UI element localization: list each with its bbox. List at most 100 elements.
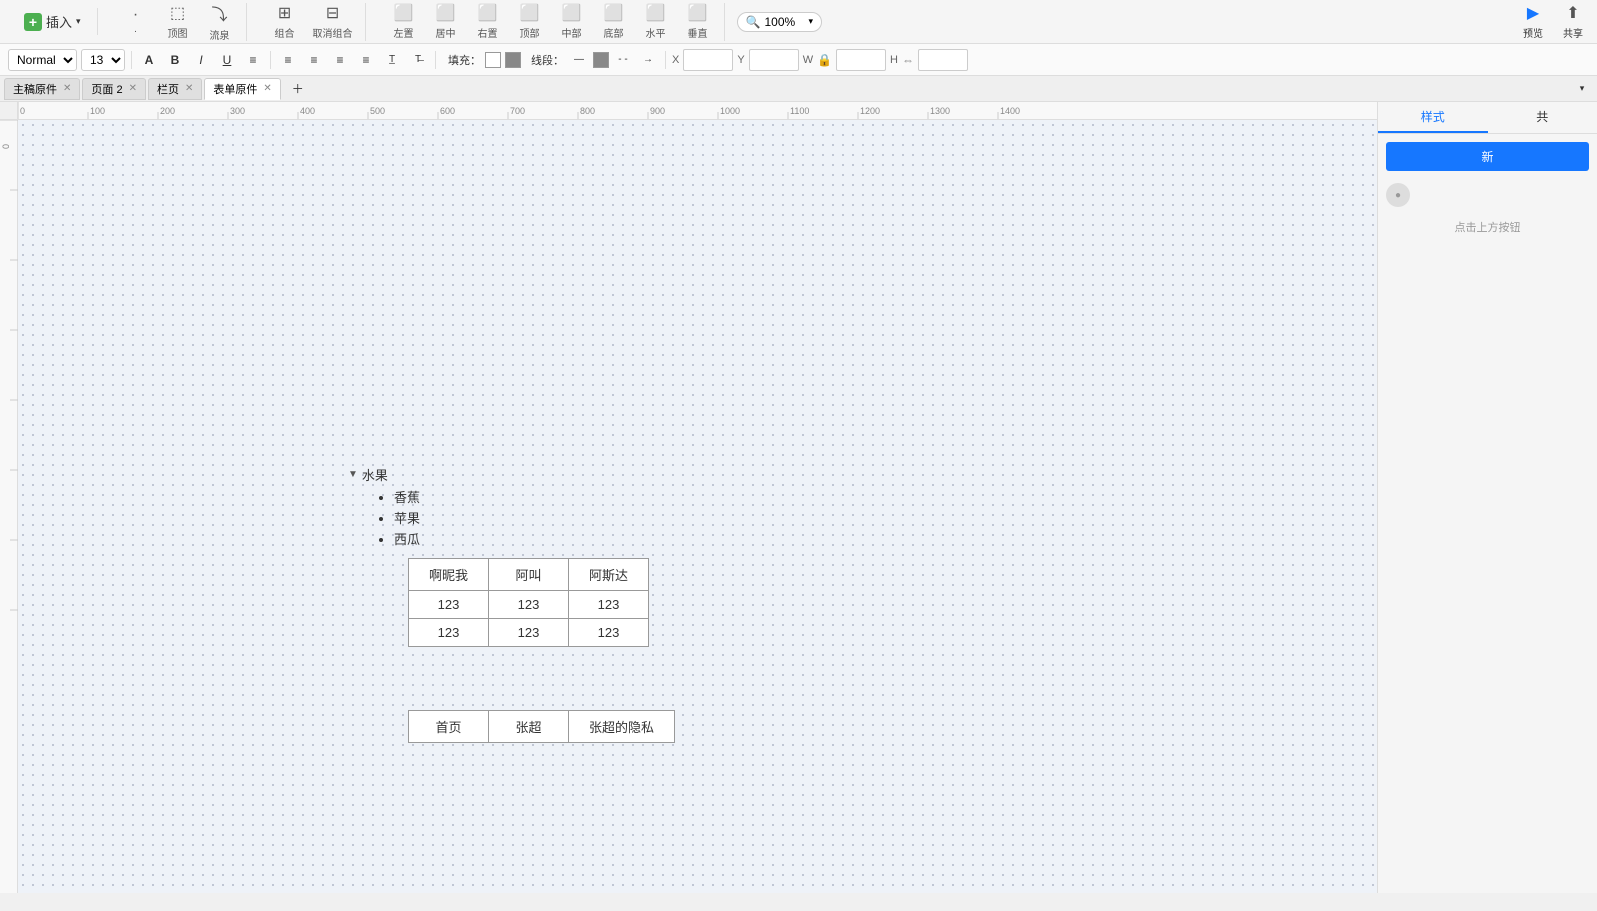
- svg-text:1300: 1300: [930, 106, 950, 116]
- data-table-element[interactable]: 啊昵我 阿叫 阿斯达 123 123 123 123 1: [408, 558, 649, 647]
- canvas-area[interactable]: ▼ 水果 香蕉 苹果 西瓜 啊昵我: [18, 120, 1377, 893]
- distribute-v-btn[interactable]: ⬜ 垂直: [680, 3, 716, 41]
- tab-form[interactable]: 表单原件 ✕: [204, 78, 280, 100]
- svg-text:100: 100: [90, 106, 105, 116]
- table-cell-0-1: 123: [489, 591, 569, 619]
- style-select[interactable]: Normal: [8, 49, 77, 71]
- nav-cell-zhangchao[interactable]: 张超: [489, 711, 569, 743]
- list-element[interactable]: ▼ 水果 香蕉 苹果 西瓜: [348, 465, 420, 550]
- text-decoration-btn[interactable]: T̲: [381, 49, 403, 71]
- svg-text:0: 0: [1, 144, 11, 149]
- svg-text:1200: 1200: [860, 106, 880, 116]
- w-label: W: [803, 54, 813, 66]
- zoom-search-bar: 🔍 ▾: [737, 12, 822, 32]
- fmt-divider-3: [435, 51, 436, 69]
- align-left-btn[interactable]: ⬜ 左置: [386, 3, 422, 41]
- tabs-bar: 主稿原件 ✕ 页面 2 ✕ 栏页 ✕ 表单原件 ✕ ＋ ▾: [0, 76, 1597, 102]
- table-header-row: 啊昵我 阿叫 阿斯达: [409, 559, 649, 591]
- add-tab-btn[interactable]: ＋: [287, 78, 309, 100]
- cancel-combine-btn[interactable]: ⊟ 取消组合: [309, 3, 357, 41]
- nav-cell-privacy[interactable]: 张超的隐私: [569, 711, 675, 743]
- preview-icon: ▶: [1527, 3, 1539, 23]
- dot-tool-btn[interactable]: · ·: [118, 3, 154, 41]
- share-label: 共享: [1563, 25, 1583, 40]
- distribute-h-btn[interactable]: ⬜ 水平: [638, 3, 674, 41]
- h-input[interactable]: [918, 49, 968, 71]
- font-color-btn[interactable]: A: [138, 49, 160, 71]
- align-bottom-btn[interactable]: ⬜ 底部: [596, 3, 632, 41]
- fill-color-box2[interactable]: [505, 52, 521, 68]
- x-input[interactable]: [683, 49, 733, 71]
- table-cell-0-2: 123: [569, 591, 649, 619]
- stroke-label: 线段：: [531, 52, 564, 68]
- preview-button[interactable]: ▶ 预览: [1517, 1, 1549, 42]
- nav-table-element[interactable]: 首页 张超 张超的隐私: [408, 710, 675, 743]
- zoom-input[interactable]: [765, 15, 805, 29]
- zoom-dropdown-icon: ▾: [809, 16, 814, 27]
- align-justify-fmt-btn[interactable]: ≡: [355, 49, 377, 71]
- align-top-label: 顶部: [520, 25, 540, 40]
- flow-btn[interactable]: ⤵ 流泉: [202, 3, 238, 41]
- bold-btn[interactable]: B: [164, 49, 186, 71]
- stroke-width-btn[interactable]: —: [568, 49, 590, 71]
- tab-column-close[interactable]: ✕: [185, 83, 193, 94]
- flow-label: 流泉: [210, 27, 230, 42]
- align-right-fmt-btn[interactable]: ≡: [329, 49, 351, 71]
- svg-text:900: 900: [650, 106, 665, 116]
- stroke-end-btn[interactable]: →: [637, 49, 659, 71]
- tabs-dropdown-btn[interactable]: ▾: [1571, 78, 1593, 100]
- share-icon: ⬆: [1566, 3, 1579, 23]
- italic-btn[interactable]: I: [190, 49, 212, 71]
- canvas-row: 0 ▼ 水果: [0, 120, 1377, 893]
- tab-master[interactable]: 主稿原件 ✕: [4, 78, 80, 100]
- stroke-style-btn[interactable]: - -: [612, 49, 634, 71]
- align-center-fmt-btn[interactable]: ≡: [303, 49, 325, 71]
- y-label: Y: [737, 54, 744, 66]
- align-left-fmt-btn[interactable]: ≡: [277, 49, 299, 71]
- align-bottom-icon: ⬜: [604, 3, 624, 23]
- align-right-label: 右置: [478, 25, 498, 40]
- right-panel: 样式 共 新 ● 点击上方按钮: [1377, 102, 1597, 893]
- share-button[interactable]: ⬆ 共享: [1557, 1, 1589, 42]
- stroke-color-box[interactable]: [593, 52, 609, 68]
- underline-btn[interactable]: U: [216, 49, 238, 71]
- insert-button[interactable]: + 插入 ▾: [16, 8, 89, 35]
- font-size-select[interactable]: 13: [81, 49, 125, 71]
- combine-icon: ⊞: [278, 3, 291, 23]
- toolbar-top: + 插入 ▾ · · ⬚ 顶图 ⤵ 流泉 ⊞ 组合 ⊟ 取消组合 ⬜: [0, 0, 1597, 44]
- right-tab-style[interactable]: 样式: [1378, 102, 1488, 133]
- strikethrough-btn[interactable]: T̶: [407, 49, 429, 71]
- align-middle-v-label: 中部: [562, 25, 582, 40]
- svg-text:0: 0: [20, 106, 25, 116]
- page-icon: ⬚: [170, 3, 185, 23]
- fill-color-box[interactable]: [485, 52, 501, 68]
- list-header: ▼ 水果: [348, 465, 420, 484]
- toolbar-format: Normal 13 A B I U ≡ ≡ ≡ ≡ ≡ T̲ T̶ 填充： 线段…: [0, 44, 1597, 76]
- tab-page2-close[interactable]: ✕: [129, 83, 137, 94]
- tab-master-close[interactable]: ✕: [63, 83, 71, 94]
- style-dot: ●: [1386, 183, 1410, 207]
- combine-btn[interactable]: ⊞ 组合: [267, 3, 303, 41]
- tab-form-close[interactable]: ✕: [263, 83, 271, 94]
- right-tab-share[interactable]: 共: [1488, 102, 1597, 133]
- table-cell-1-1: 123: [489, 619, 569, 647]
- y-input[interactable]: [749, 49, 799, 71]
- svg-text:400: 400: [300, 106, 315, 116]
- page-btn[interactable]: ⬚ 顶图: [160, 3, 196, 41]
- svg-text:1400: 1400: [1000, 106, 1020, 116]
- align-top-btn[interactable]: ⬜ 顶部: [512, 3, 548, 41]
- list-btn[interactable]: ≡: [242, 49, 264, 71]
- list-collapse-icon[interactable]: ▼: [348, 469, 358, 480]
- align-middle-v-btn[interactable]: ⬜ 中部: [554, 3, 590, 41]
- align-right-btn[interactable]: ⬜ 右置: [470, 3, 506, 41]
- insert-group: + 插入 ▾: [8, 8, 98, 35]
- right-new-button[interactable]: 新: [1386, 142, 1589, 171]
- table-row-1: 123 123 123: [409, 619, 649, 647]
- tab-page2[interactable]: 页面 2 ✕: [82, 78, 146, 100]
- w-input[interactable]: [836, 49, 886, 71]
- tab-column[interactable]: 栏页 ✕: [148, 78, 202, 100]
- nav-cell-home[interactable]: 首页: [409, 711, 489, 743]
- align-center-h-btn[interactable]: ⬜ 居中: [428, 3, 464, 41]
- fill-label: 填充：: [448, 52, 481, 68]
- x-label: X: [672, 54, 679, 66]
